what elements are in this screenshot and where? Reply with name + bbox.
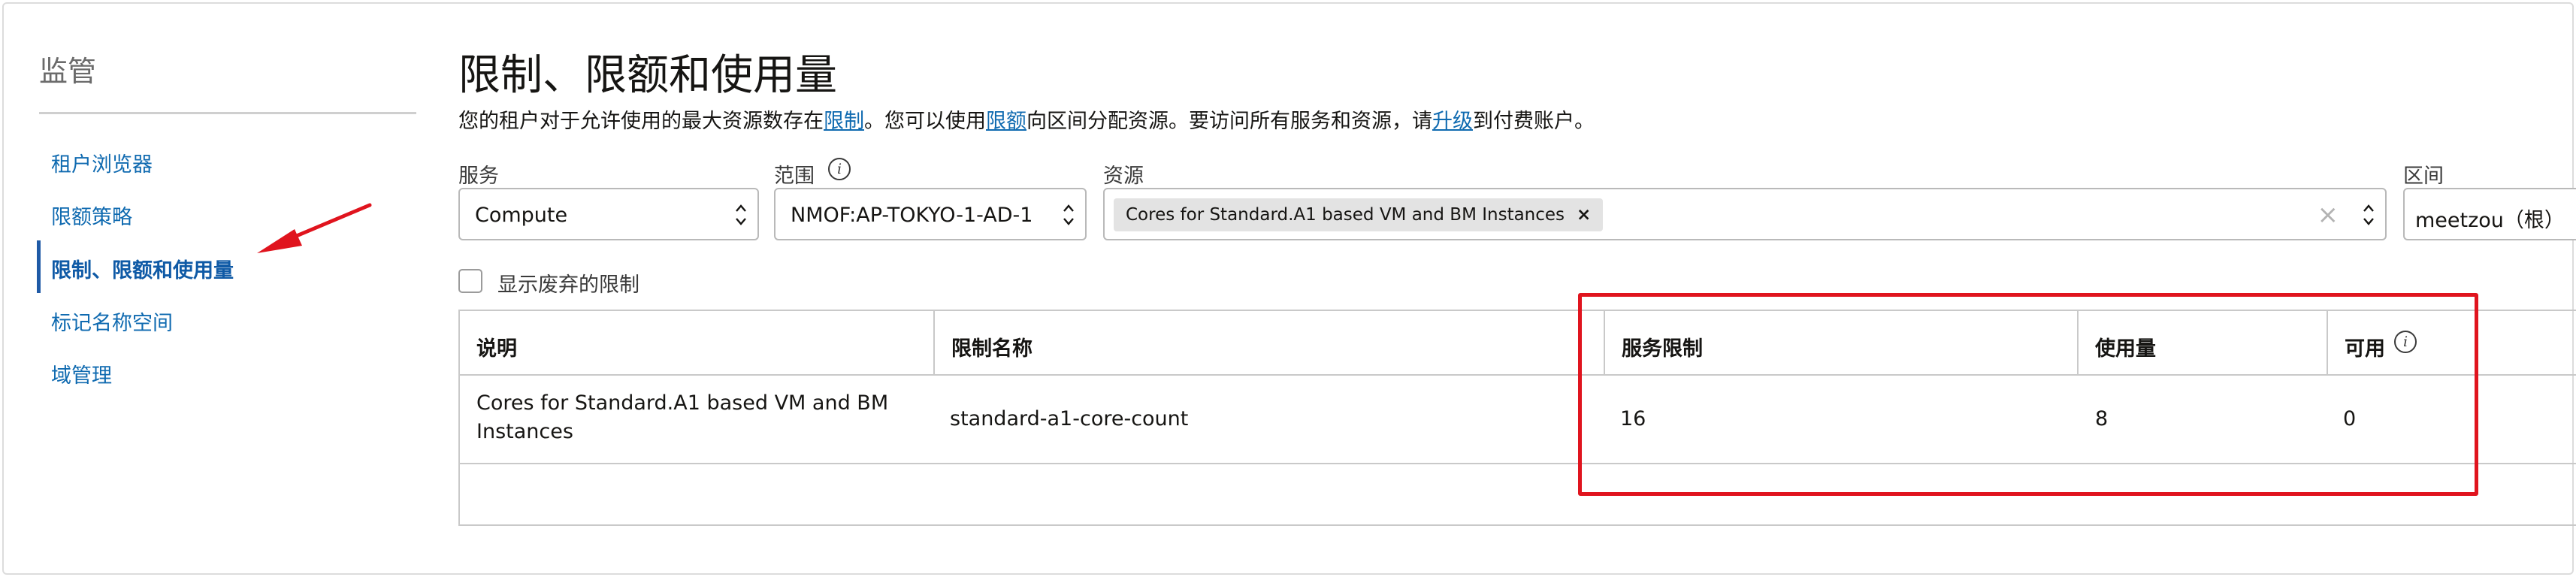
quotas-link[interactable]: 限额 [986,110,1026,133]
page-description: 您的租户对于允许使用的最大资源数存在限制。您可以使用限额向区间分配资源。要访问所… [458,104,1595,134]
column-header-description[interactable]: 说明 [476,332,517,361]
column-header-limit-name[interactable]: 限制名称 [951,332,1033,361]
upgrade-link[interactable]: 升级 [1432,110,1473,133]
select-arrows-icon [736,204,746,225]
compartment-select-value: meetzou（根） [2415,209,2565,232]
sidebar-item-tag-namespaces[interactable]: 标记名称空间 [51,307,173,336]
resource-chip-label: Cores for Standard.A1 based VM and BM In… [1126,205,1565,225]
page-title: 限制、限额和使用量 [458,51,837,100]
chip-remove-icon[interactable]: × [1577,205,1591,225]
description-text: 到付费账户。 [1473,110,1595,133]
show-deprecated-label: 显示废弃的限制 [497,273,639,297]
sidebar-item-domain-management[interactable]: 域管理 [51,359,112,388]
service-label: 服务 [458,165,499,188]
cell-limit-name: standard-a1-core-count [950,407,1189,430]
resource-label: 资源 [1103,165,1144,188]
annotation-arrow [257,203,372,253]
column-divider [933,311,935,376]
cell-description: Cores for Standard.A1 based VM and BM In… [476,391,889,443]
description-text: 。您可以使用 [864,110,986,133]
clear-selection-icon[interactable]: × [2317,200,2339,230]
compartment-select[interactable]: meetzou（根） [2403,188,2576,240]
annotation-highlight-box [1578,293,2478,496]
compartment-label: 区间 [2403,165,2444,188]
resource-select[interactable]: Cores for Standard.A1 based VM and BM In… [1103,188,2387,240]
select-arrows-icon [2363,204,2374,225]
resource-chip: Cores for Standard.A1 based VM and BM In… [1114,198,1604,231]
scope-select-value: NMOF:AP-TOKYO-1-AD-1 [791,204,1033,227]
description-text: 您的租户对于允许使用的最大资源数存在 [458,110,824,133]
scope-info-icon[interactable]: i [828,158,851,180]
limits-link[interactable]: 限制 [824,110,864,133]
service-select[interactable]: Compute [458,188,759,240]
show-deprecated-checkbox[interactable] [458,269,482,293]
scope-label: 范围 [774,165,815,188]
select-arrows-icon [1063,204,1074,225]
scope-select[interactable]: NMOF:AP-TOKYO-1-AD-1 [774,188,1087,240]
service-select-value: Compute [475,204,568,227]
description-text: 向区间分配资源。要访问所有服务和资源，请 [1026,110,1432,133]
